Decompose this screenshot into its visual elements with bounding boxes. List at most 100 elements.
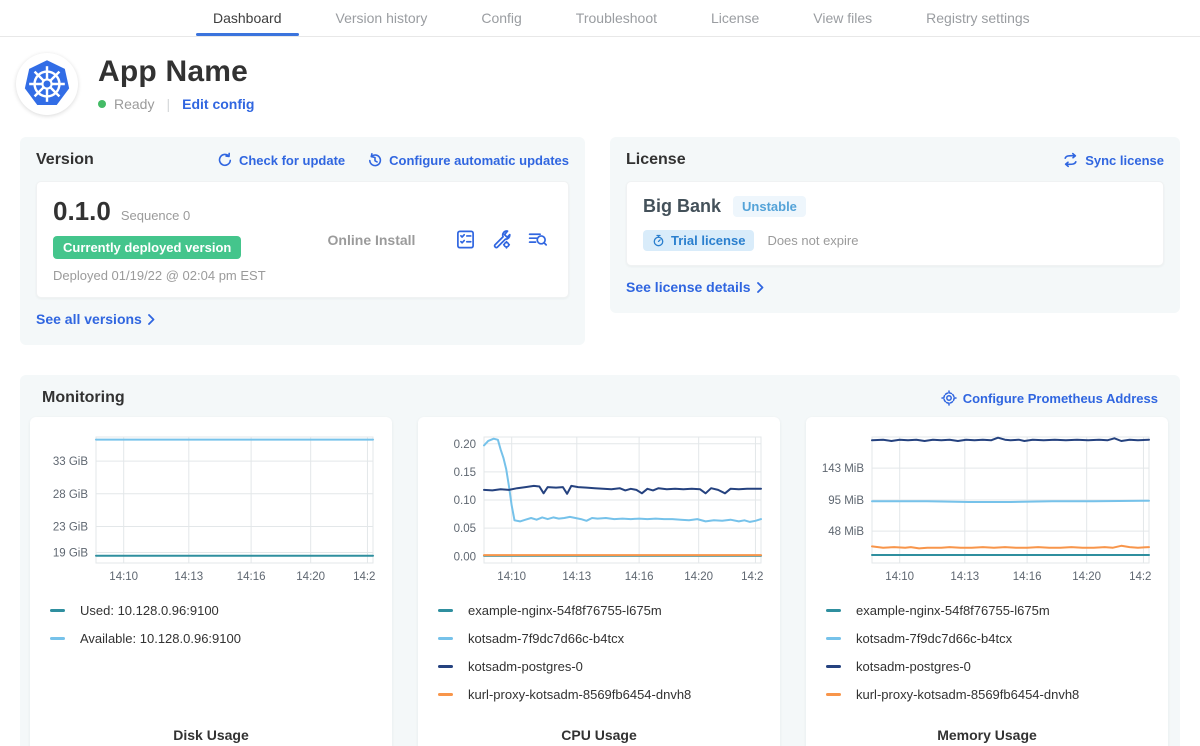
svg-text:0.10: 0.10 xyxy=(454,495,476,507)
svg-text:14:23: 14:23 xyxy=(353,571,376,583)
edit-config-icon[interactable] xyxy=(491,229,512,250)
svg-text:95 MiB: 95 MiB xyxy=(828,495,864,507)
svg-text:14:23: 14:23 xyxy=(1129,571,1152,583)
disk-usage-chart[interactable]: 14:10 14:13 14:16 14:20 14:23 33 GiB 28 GiB 23 … xyxy=(46,431,376,591)
app-header: App Name Ready | Edit config xyxy=(0,37,1200,125)
top-nav: DashboardVersion historyConfigTroublesho… xyxy=(0,0,1200,37)
charts-row: 14:10 14:13 14:16 14:20 14:23 33 GiB 28 GiB 23 … xyxy=(30,417,1170,746)
legend-swatch xyxy=(50,637,65,640)
svg-text:14:10: 14:10 xyxy=(497,571,526,583)
svg-text:14:13: 14:13 xyxy=(950,571,979,583)
chevron-right-icon xyxy=(148,314,155,325)
svg-text:14:16: 14:16 xyxy=(237,571,266,583)
svg-text:14:13: 14:13 xyxy=(174,571,203,583)
legend-item: Used: 10.128.0.96:9100 xyxy=(46,603,376,618)
memory-usage-card: 14:1014:1314:1614:2014:23143 MiB95 MiB48… xyxy=(806,417,1168,746)
legend-swatch xyxy=(826,609,841,612)
tab-dashboard[interactable]: Dashboard xyxy=(186,0,309,36)
svg-text:0.00: 0.00 xyxy=(454,551,476,563)
page-title: App Name xyxy=(98,55,254,89)
svg-text:14:16: 14:16 xyxy=(625,571,654,583)
sequence-label: Sequence 0 xyxy=(121,208,190,223)
legend-label: kurl-proxy-kotsadm-8569fb6454-dnvh8 xyxy=(856,687,1079,702)
tab-license[interactable]: License xyxy=(684,0,786,36)
svg-text:0.15: 0.15 xyxy=(454,467,476,479)
legend-label: Available: 10.128.0.96:9100 xyxy=(80,631,241,646)
edit-config-link[interactable]: Edit config xyxy=(182,96,254,112)
legend-item: Available: 10.128.0.96:9100 xyxy=(46,631,376,646)
legend-swatch xyxy=(826,665,841,668)
license-card: License Sync license Big Bank Unstable xyxy=(610,137,1180,313)
ready-status-dot xyxy=(98,100,106,108)
legend-swatch xyxy=(826,693,841,696)
see-license-details-link[interactable]: See license details xyxy=(626,279,764,295)
svg-text:48 MiB: 48 MiB xyxy=(828,526,864,538)
svg-text:28 GiB: 28 GiB xyxy=(53,489,88,501)
chart-legend: Used: 10.128.0.96:9100 Available: 10.128.… xyxy=(46,603,376,659)
configure-automatic-updates-button[interactable]: Configure automatic updates xyxy=(367,152,569,168)
sync-icon xyxy=(1062,152,1079,168)
cpu-usage-card: 14:1014:1314:1614:2014:230.200.150.100.0… xyxy=(418,417,780,746)
legend-label: example-nginx-54f8f76755-l675m xyxy=(468,603,662,618)
kubernetes-logo-icon xyxy=(20,57,74,111)
expiry-text: Does not expire xyxy=(767,233,858,248)
legend-label: kotsadm-postgres-0 xyxy=(468,659,583,674)
view-logs-icon[interactable] xyxy=(527,229,548,250)
legend-label: kotsadm-postgres-0 xyxy=(856,659,971,674)
svg-text:0.20: 0.20 xyxy=(454,439,476,451)
chart-title: Memory Usage xyxy=(822,727,1152,746)
svg-text:14:23: 14:23 xyxy=(741,571,764,583)
svg-text:19 GiB: 19 GiB xyxy=(53,548,88,560)
legend-label: Used: 10.128.0.96:9100 xyxy=(80,603,219,618)
check-for-update-button[interactable]: Check for update xyxy=(217,152,345,168)
legend-label: kotsadm-7f9dc7d66c-b4tcx xyxy=(468,631,624,646)
install-type-label: Online Install xyxy=(288,232,455,248)
svg-text:33 GiB: 33 GiB xyxy=(53,456,88,468)
memory-usage-chart[interactable]: 14:1014:1314:1614:2014:23143 MiB95 MiB48… xyxy=(822,431,1152,591)
legend-label: kurl-proxy-kotsadm-8569fb6454-dnvh8 xyxy=(468,687,691,702)
svg-text:14:10: 14:10 xyxy=(885,571,914,583)
tab-version-history[interactable]: Version history xyxy=(309,0,455,36)
legend-item: example-nginx-54f8f76755-l675m xyxy=(822,603,1152,618)
legend-item: kotsadm-postgres-0 xyxy=(434,659,764,674)
svg-text:14:20: 14:20 xyxy=(1072,571,1101,583)
preflight-checks-icon[interactable] xyxy=(455,229,476,250)
tab-troubleshoot[interactable]: Troubleshoot xyxy=(549,0,684,36)
deployed-version-card: 0.1.0 Sequence 0 Currently deployed vers… xyxy=(36,181,569,298)
svg-text:14:20: 14:20 xyxy=(296,571,325,583)
legend-swatch xyxy=(50,609,65,612)
legend-swatch xyxy=(438,693,453,696)
channel-badge: Unstable xyxy=(733,196,806,217)
svg-text:14:13: 14:13 xyxy=(562,571,591,583)
disk-usage-card: 14:10 14:13 14:16 14:20 14:23 33 GiB 28 GiB 23 … xyxy=(30,417,392,746)
legend-item: kurl-proxy-kotsadm-8569fb6454-dnvh8 xyxy=(434,687,764,702)
legend-swatch xyxy=(826,637,841,640)
tab-config[interactable]: Config xyxy=(454,0,548,36)
see-all-versions-link[interactable]: See all versions xyxy=(36,311,155,327)
chevron-right-icon xyxy=(757,282,764,293)
legend-swatch xyxy=(438,609,453,612)
nav-tabs: DashboardVersion historyConfigTroublesho… xyxy=(186,0,1057,36)
chart-title: CPU Usage xyxy=(434,727,764,746)
configure-prometheus-button[interactable]: Configure Prometheus Address xyxy=(941,390,1158,406)
currently-deployed-badge: Currently deployed version xyxy=(53,236,241,259)
customer-name: Big Bank xyxy=(643,196,721,217)
tab-view-files[interactable]: View files xyxy=(786,0,899,36)
gear-icon xyxy=(941,390,957,406)
svg-text:23 GiB: 23 GiB xyxy=(53,521,88,533)
tab-registry-settings[interactable]: Registry settings xyxy=(899,0,1056,36)
legend-item: kotsadm-postgres-0 xyxy=(822,659,1152,674)
refresh-icon xyxy=(217,152,233,168)
monitoring-title: Monitoring xyxy=(42,389,125,407)
trial-license-badge: Trial license xyxy=(643,230,754,251)
version-card: Version Check for update Configure au xyxy=(20,137,585,345)
legend-item: kotsadm-7f9dc7d66c-b4tcx xyxy=(822,631,1152,646)
version-number: 0.1.0 xyxy=(53,196,111,227)
legend-swatch xyxy=(438,665,453,668)
cpu-usage-chart[interactable]: 14:1014:1314:1614:2014:230.200.150.100.0… xyxy=(434,431,764,591)
clock-history-icon xyxy=(367,152,383,168)
stopwatch-icon xyxy=(652,234,665,247)
svg-text:14:10: 14:10 xyxy=(109,571,138,583)
chart-legend: example-nginx-54f8f76755-l675m kotsadm-7f… xyxy=(822,603,1152,715)
sync-license-button[interactable]: Sync license xyxy=(1062,152,1164,168)
